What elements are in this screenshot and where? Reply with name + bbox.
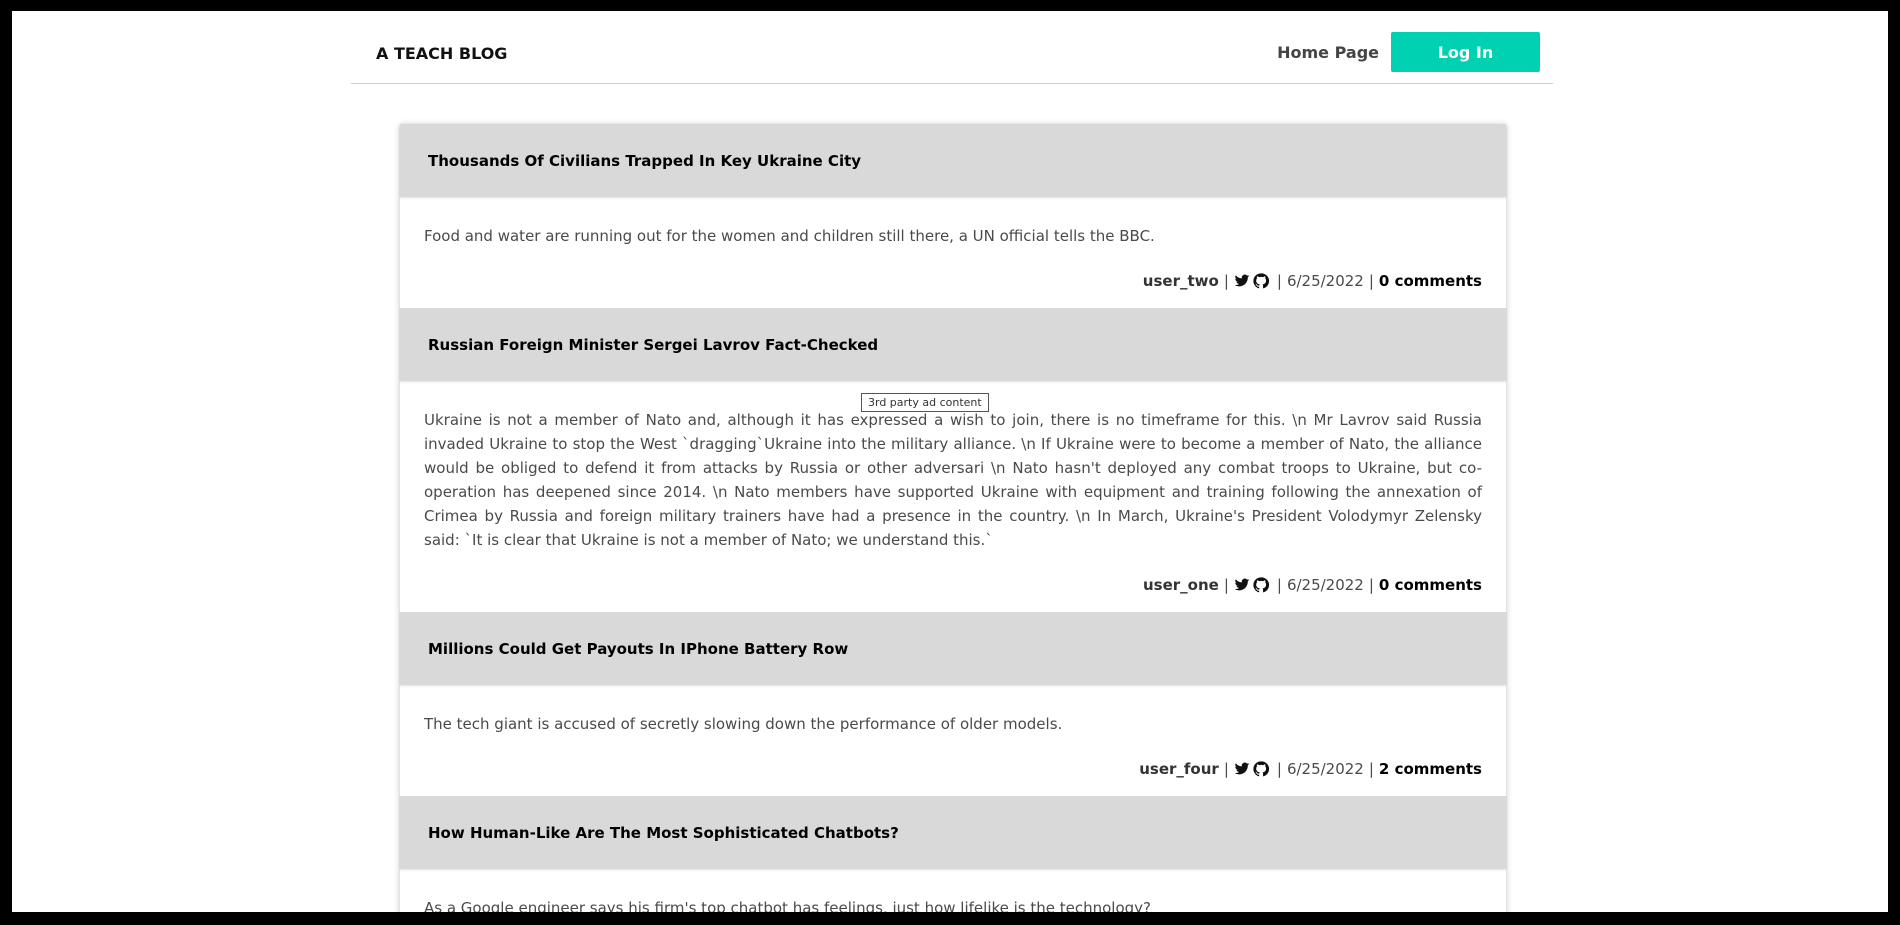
meta-separator: |: [1276, 272, 1282, 290]
post-card: How Human-Like Are The Most Sophisticate…: [400, 796, 1506, 912]
github-icon[interactable]: [1253, 577, 1269, 593]
post-text: The tech giant is accused of secretly sl…: [424, 715, 1063, 733]
meta-separator: |: [1276, 760, 1282, 778]
post-title[interactable]: Millions Could Get Payouts In IPhone Bat…: [428, 640, 848, 658]
post-header: How Human-Like Are The Most Sophisticate…: [400, 796, 1506, 869]
post-title[interactable]: Thousands Of Civilians Trapped In Key Uk…: [428, 152, 861, 170]
browser-viewport: A TEACH BLOG Home Page Log In Thousands …: [12, 11, 1888, 912]
meta-separator: |: [1223, 576, 1229, 594]
post-author[interactable]: user_two: [1143, 272, 1219, 290]
post-card: Russian Foreign Minister Sergei Lavrov F…: [400, 308, 1506, 612]
meta-separator: |: [1223, 272, 1229, 290]
post-card: Millions Could Get Payouts In IPhone Bat…: [400, 612, 1506, 796]
post-comments-link[interactable]: 2 comments: [1379, 760, 1482, 778]
meta-separator: |: [1368, 272, 1374, 290]
post-header: Millions Could Get Payouts In IPhone Bat…: [400, 612, 1506, 685]
meta-separator: |: [1368, 760, 1374, 778]
post-header: Thousands Of Civilians Trapped In Key Uk…: [400, 124, 1506, 197]
twitter-icon[interactable]: [1234, 577, 1250, 593]
post-meta: user_one | | 6/25/2022 | 0 comments: [424, 576, 1482, 594]
post-title[interactable]: How Human-Like Are The Most Sophisticate…: [428, 824, 899, 842]
post-header: Russian Foreign Minister Sergei Lavrov F…: [400, 308, 1506, 381]
post-title[interactable]: Russian Foreign Minister Sergei Lavrov F…: [428, 336, 878, 354]
post-text: Ukraine is not a member of Nato and, alt…: [424, 411, 1482, 549]
post-date: 6/25/2022: [1286, 760, 1364, 778]
meta-separator: |: [1223, 760, 1229, 778]
post-card: Thousands Of Civilians Trapped In Key Uk…: [400, 124, 1506, 308]
post-meta: user_two | | 6/25/2022 | 0 comments: [424, 272, 1482, 290]
github-icon[interactable]: [1253, 761, 1269, 777]
site-header: A TEACH BLOG Home Page Log In: [351, 11, 1553, 84]
meta-separator: |: [1368, 576, 1374, 594]
post-body: Food and water are running out for the w…: [400, 197, 1506, 308]
post-body: As a Google engineer says his firm's top…: [400, 869, 1506, 912]
post-date: 6/25/2022: [1286, 576, 1364, 594]
ad-tooltip: 3rd party ad content: [861, 393, 989, 412]
twitter-icon[interactable]: [1234, 761, 1250, 777]
github-icon[interactable]: [1253, 273, 1269, 289]
site-brand[interactable]: A TEACH BLOG: [376, 44, 507, 63]
login-button[interactable]: Log In: [1391, 32, 1540, 72]
post-comments-link[interactable]: 0 comments: [1379, 576, 1482, 594]
meta-separator: |: [1276, 576, 1282, 594]
post-text: Food and water are running out for the w…: [424, 227, 1155, 245]
post-body: The tech giant is accused of secretly sl…: [400, 685, 1506, 796]
twitter-icon[interactable]: [1234, 273, 1250, 289]
post-date: 6/25/2022: [1286, 272, 1364, 290]
home-page-link[interactable]: Home Page: [1277, 43, 1379, 62]
post-comments-link[interactable]: 0 comments: [1379, 272, 1482, 290]
post-body: Ukraine is not a member of Nato and, alt…: [400, 381, 1506, 612]
post-author[interactable]: user_one: [1143, 576, 1219, 594]
post-list: Thousands Of Civilians Trapped In Key Uk…: [400, 124, 1506, 912]
post-text: As a Google engineer says his firm's top…: [424, 899, 1152, 912]
post-author[interactable]: user_four: [1139, 760, 1219, 778]
post-meta: user_four | | 6/25/2022 | 2 comments: [424, 760, 1482, 778]
